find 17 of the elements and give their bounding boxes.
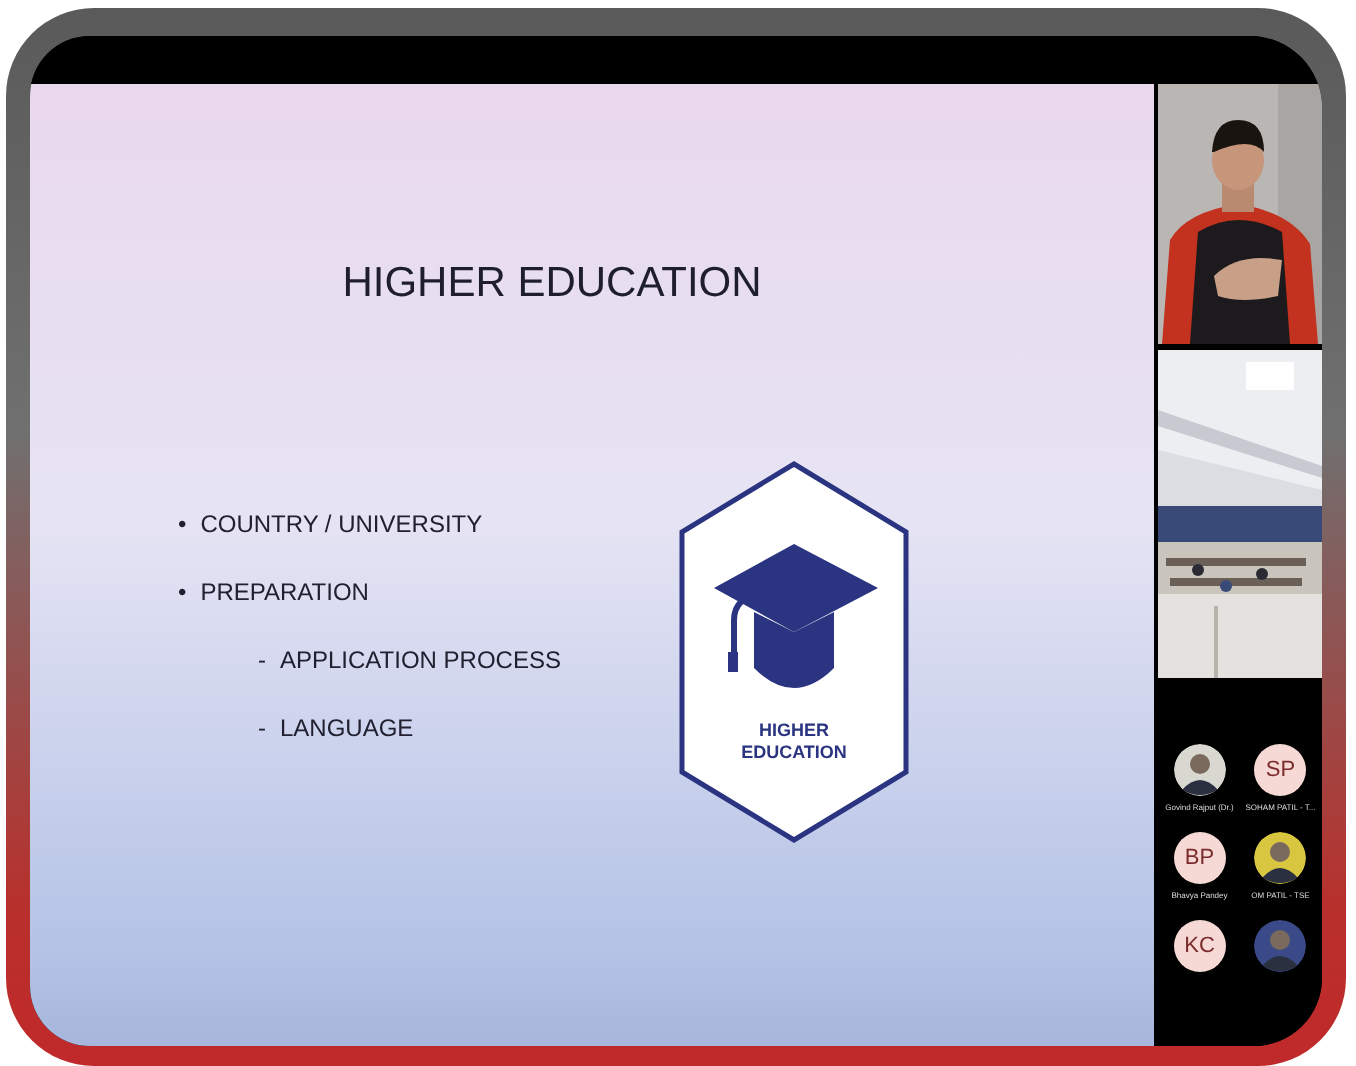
avatar [1254,832,1307,884]
dash-marker: - [258,646,266,674]
badge-label: HIGHER [758,720,829,742]
badge-label: EDUCATION [741,742,847,764]
avatar: SP [1254,744,1307,796]
bullet-marker: • [178,578,187,606]
avatar: BP [1173,832,1226,884]
sub-point: LANGUAGE [280,714,414,742]
avatar [1173,744,1226,796]
bullet-point: COUNTRY / UNIVERSITY [200,510,483,538]
slide-title: HIGHER EDUCATION [342,260,764,308]
dash-marker: - [258,714,266,742]
avatar: KC [1173,920,1226,972]
bullet-marker: • [178,510,187,538]
avatar [1254,920,1307,972]
bullet-point: PREPARATION [200,578,369,606]
sub-point: APPLICATION PROCESS [280,646,561,674]
